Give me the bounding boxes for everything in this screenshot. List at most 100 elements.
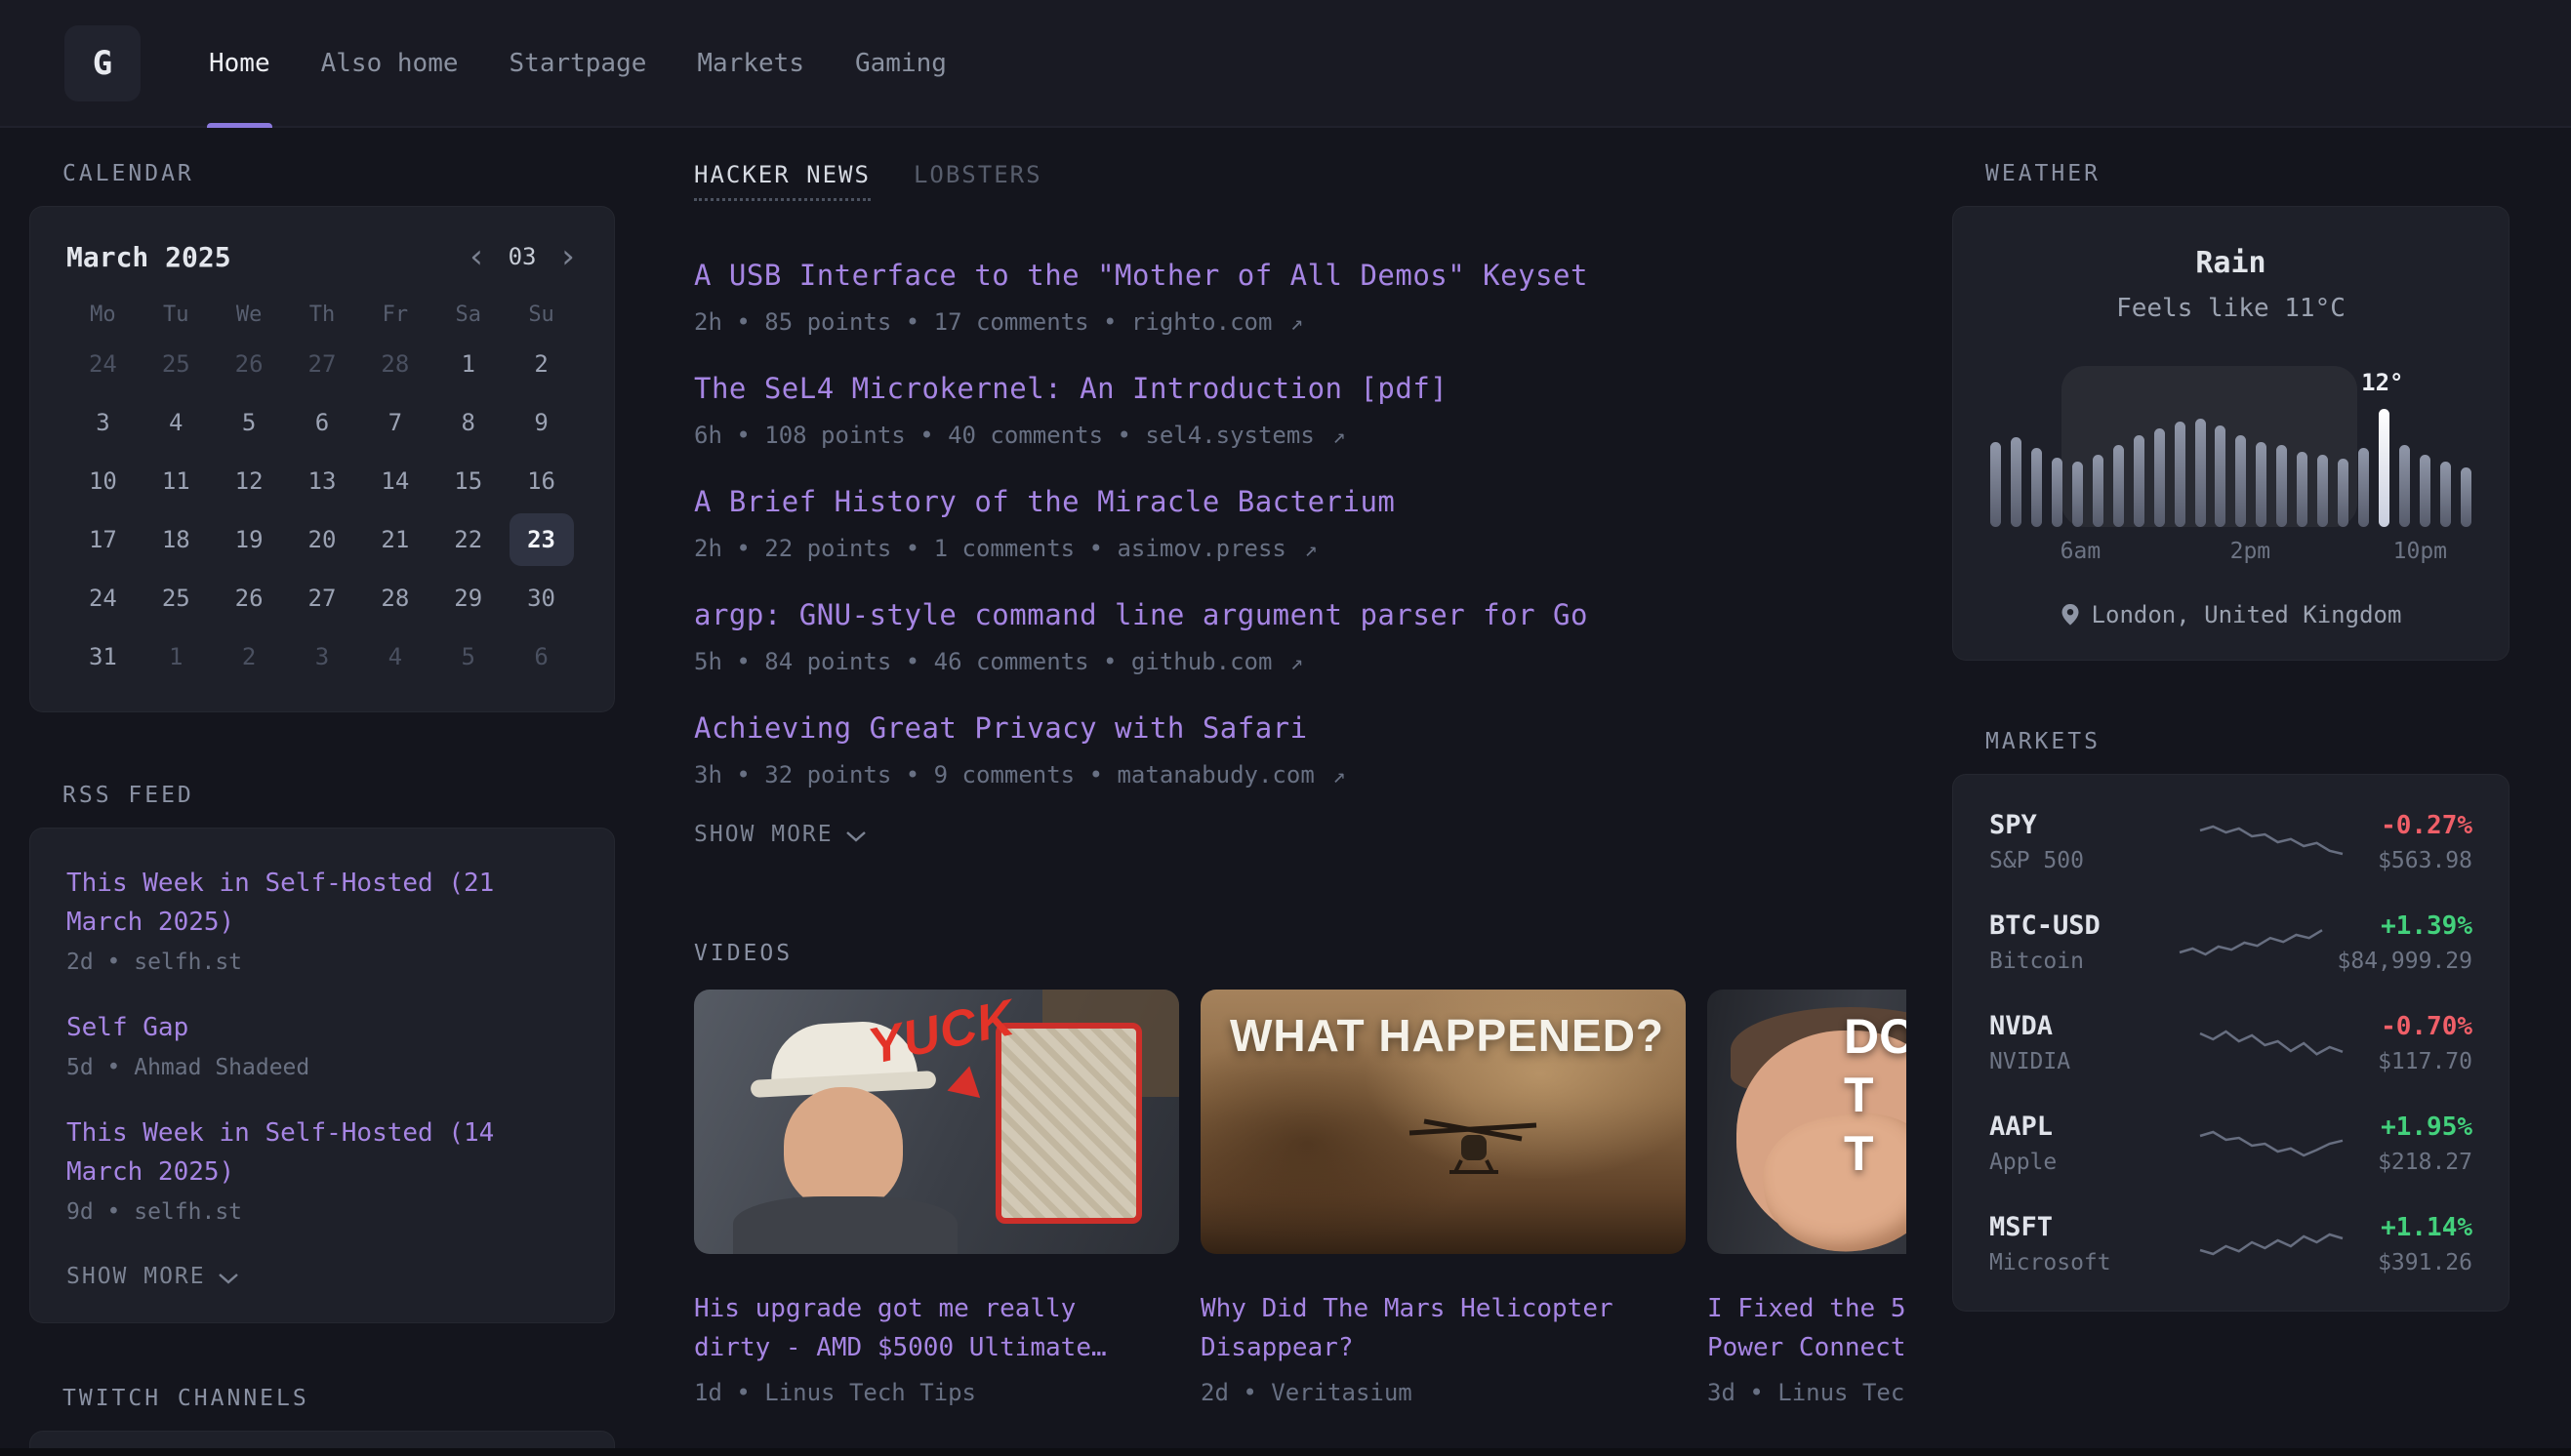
navbar: G HomeAlso homeStartpageMarketsGaming [0, 0, 2571, 128]
app-logo[interactable]: G [64, 25, 141, 101]
hn-story-title[interactable]: A USB Interface to the "Mother of All De… [694, 256, 1906, 295]
calendar-prev-icon[interactable]: ‹ [467, 240, 486, 273]
calendar-day: 18 [140, 510, 213, 569]
nav-item-gaming[interactable]: Gaming [830, 0, 972, 126]
rss-item-title[interactable]: This Week in Self-Hosted (14 March 2025) [66, 1113, 578, 1192]
hn-story-title[interactable]: argp: GNU-style command line argument pa… [694, 595, 1906, 634]
calendar-day: 13 [286, 452, 359, 510]
location-pin-icon [2061, 603, 2080, 627]
market-info: SPYS&P 500 [1989, 810, 2165, 873]
weather-bar [2358, 448, 2369, 527]
tab-lobsters[interactable]: LOBSTERS [914, 161, 1042, 198]
hn-story: A USB Interface to the "Mother of All De… [694, 256, 1906, 336]
weather-bar [2072, 462, 2083, 527]
show-more-label: SHOW MORE [694, 822, 834, 847]
rss-item-title[interactable]: Self Gap [66, 1008, 578, 1047]
thumbnail-overlay-text: WHAT HAPPENED? [1230, 1009, 1664, 1062]
rss-item-meta: 9d • selfh.st [66, 1199, 578, 1225]
video-thumbnail[interactable]: DO T T [1707, 990, 1906, 1254]
calendar-day: 11 [140, 452, 213, 510]
video-meta: 2d • Veritasium [1201, 1379, 1686, 1406]
market-symbol: MSFT [1989, 1212, 2165, 1242]
calendar-next-icon[interactable]: › [558, 240, 578, 273]
calendar-day: 1 [140, 627, 213, 686]
calendar-day: 12 [213, 452, 286, 510]
calendar-day: 14 [358, 452, 431, 510]
market-change: +1.39% [2338, 911, 2472, 941]
calendar-day: 15 [431, 452, 505, 510]
hn-story-title[interactable]: A Brief History of the Miracle Bacterium [694, 482, 1906, 521]
calendar-day: 26 [213, 335, 286, 393]
rss-item-title[interactable]: This Week in Self-Hosted (21 March 2025) [66, 864, 578, 942]
market-sparkline [2198, 1119, 2345, 1168]
calendar-month-number: 03 [509, 243, 537, 270]
hn-story-title[interactable]: Achieving Great Privacy with Safari [694, 708, 1906, 748]
calendar-day: 7 [358, 393, 431, 452]
calendar-day: 30 [505, 569, 578, 627]
weather-location-text: London, United Kingdom [2092, 601, 2402, 628]
market-sparkline [2178, 918, 2324, 967]
calendar-day: 24 [66, 569, 140, 627]
video-thumbnail[interactable]: WHAT HAPPENED? [1201, 990, 1686, 1254]
rss-item: Self Gap 5d • Ahmad Shadeed [66, 1008, 578, 1080]
nav-item-startpage[interactable]: Startpage [484, 0, 673, 126]
weather-bar [2379, 409, 2389, 527]
nav-item-also-home[interactable]: Also home [296, 0, 484, 126]
video-thumbnail[interactable]: YUCK [694, 990, 1179, 1254]
weather-bar [2195, 419, 2206, 527]
weather-bar [2113, 445, 2124, 527]
nav-item-home[interactable]: Home [184, 0, 296, 126]
calendar-day: 25 [140, 335, 213, 393]
thumbnail-art [996, 1023, 1142, 1224]
market-row[interactable]: SPYS&P 500-0.27%$563.98 [1989, 810, 2472, 873]
calendar-day: 1 [431, 335, 505, 393]
hn-story-title[interactable]: The SeL4 Microkernel: An Introduction [p… [694, 369, 1906, 408]
weather-condition: Rain [1988, 246, 2473, 280]
weather-section-header: WEATHER [1985, 161, 2510, 186]
center-column: HACKER NEWS LOBSTERS A USB Interface to … [694, 161, 1906, 1456]
video-title[interactable]: Why Did The Mars Helicopter Disappear? [1201, 1289, 1686, 1367]
rss-item: This Week in Self-Hosted (21 March 2025)… [66, 864, 578, 975]
weather-bar [2235, 435, 2246, 527]
videos-row: YUCK His upgrade got me really dirty - A… [694, 990, 1906, 1406]
calendar-day: 3 [66, 393, 140, 452]
external-link-icon: ↗ [1290, 651, 1303, 675]
calendar-day: 28 [358, 569, 431, 627]
hn-show-more-button[interactable]: SHOW MORE [694, 822, 1906, 847]
market-change: +1.14% [2378, 1213, 2472, 1242]
hn-story-meta: 6h • 108 points • 40 comments • sel4.sys… [694, 422, 1906, 449]
video-title[interactable]: I Fixed the 5 Power Connect [1707, 1289, 1906, 1367]
video-meta: 3d • Linus Tec [1707, 1379, 1906, 1406]
calendar-day: 2 [505, 335, 578, 393]
calendar-day: 3 [286, 627, 359, 686]
calendar-days: 2425262728123456789101112131415161718192… [66, 335, 578, 686]
rss-show-more-button[interactable]: SHOW MORE [66, 1264, 578, 1289]
tab-hacker-news[interactable]: HACKER NEWS [694, 161, 871, 201]
right-column: WEATHER Rain Feels like 11°C 12° 6am2pm1… [1952, 161, 2510, 1456]
calendar-day: 20 [286, 510, 359, 569]
market-row[interactable]: AAPLApple+1.95%$218.27 [1989, 1112, 2472, 1175]
weather-bar [2297, 452, 2307, 527]
market-row[interactable]: MSFTMicrosoft+1.14%$391.26 [1989, 1212, 2472, 1275]
calendar-day: 25 [140, 569, 213, 627]
video-title[interactable]: His upgrade got me really dirty - AMD $5… [694, 1289, 1179, 1367]
rss-list: This Week in Self-Hosted (21 March 2025)… [66, 864, 578, 1225]
market-row[interactable]: BTC-USDBitcoin+1.39%$84,999.29 [1989, 910, 2472, 974]
weekday-label: Mo [66, 303, 140, 327]
market-price: $218.27 [2378, 1150, 2472, 1175]
market-price: $117.70 [2378, 1049, 2472, 1074]
calendar-day: 26 [213, 569, 286, 627]
weather-bar [2317, 455, 2328, 527]
market-values: -0.70%$117.70 [2378, 1012, 2472, 1074]
market-row[interactable]: NVDANVIDIA -0.70%$117.70 [1989, 1011, 2472, 1074]
news-tabs: HACKER NEWS LOBSTERS [694, 161, 1906, 201]
market-info: NVDANVIDIA [1989, 1011, 2165, 1074]
markets-widget: SPYS&P 500-0.27%$563.98 BTC-USDBitcoin+1.… [1952, 774, 2510, 1312]
calendar-day: 6 [505, 627, 578, 686]
rss-item-meta: 5d • Ahmad Shadeed [66, 1055, 578, 1080]
calendar-day: 17 [66, 510, 140, 569]
external-link-icon: ↗ [1332, 764, 1345, 789]
nav-item-markets[interactable]: Markets [672, 0, 830, 126]
twitch-section-header: TWITCH CHANNELS [62, 1386, 615, 1411]
calendar-day: 27 [286, 335, 359, 393]
